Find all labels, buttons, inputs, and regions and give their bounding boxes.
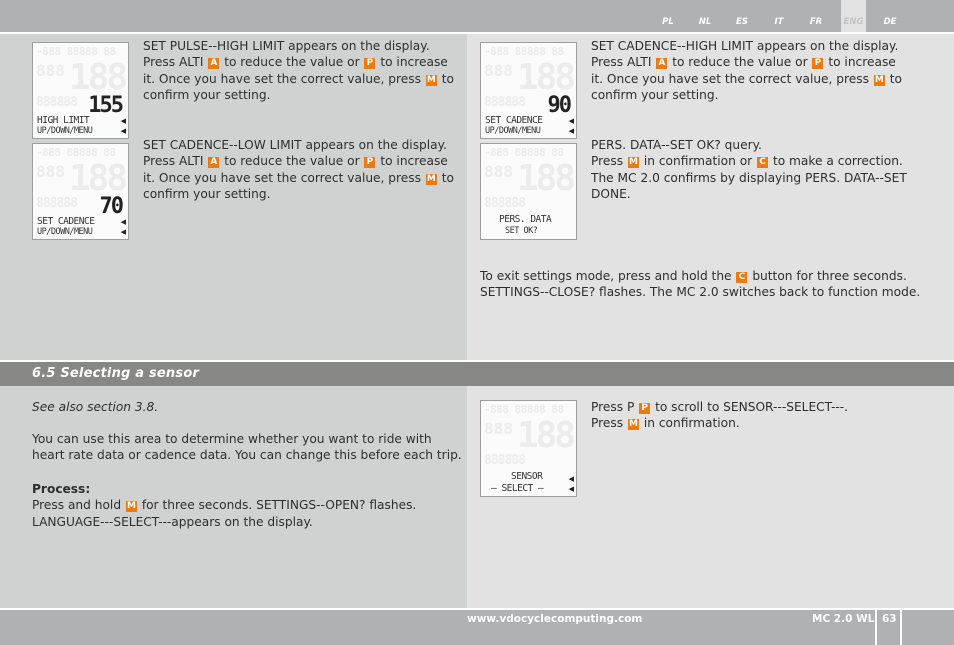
lcd-display-pulse-high: -888 88888 88 888 188 888888 155 HIGH LIMIT… xyxy=(32,42,129,139)
menu-key-icon: M xyxy=(627,157,639,169)
plus-key-icon: P xyxy=(639,403,651,414)
lcd-line1: PERS. DATA xyxy=(499,214,552,225)
menu-key-icon: M xyxy=(425,74,437,86)
sensor-instructions: Press P P to scroll to SENSOR---SELECT--… xyxy=(591,400,849,431)
menu-key-icon: M xyxy=(627,419,639,431)
lang-tab-de[interactable]: DE xyxy=(877,0,903,32)
lcd-line1: SET CADENCE xyxy=(485,115,543,126)
instruction-pers-data: PERS. DATA--SET OK? query. Press M in co… xyxy=(591,138,907,202)
arrow-icon: ◀ xyxy=(120,127,126,135)
arrow-icon: ◀ xyxy=(120,228,126,236)
lcd-value: 70 xyxy=(99,194,124,219)
lcd-line2: UP/DOWN/MENU xyxy=(485,126,541,136)
plus-key-icon: P xyxy=(812,58,824,70)
instruction-cadence-high: SET CADENCE--HIGH LIMIT appears on the d… xyxy=(591,39,902,103)
section-intro: You can use this area to determine wheth… xyxy=(32,432,462,463)
lcd-line1: SENSOR xyxy=(511,471,543,482)
menu-key-icon: M xyxy=(425,173,437,185)
lcd-display-cadence-high: -888 88888 88 888 188 888888 90 SET CADENCE… xyxy=(480,42,577,139)
lcd-line2: UP/DOWN/MENU xyxy=(37,227,93,237)
lang-tab-eng[interactable]: ENG xyxy=(841,0,866,32)
footer-model: MC 2.0 WL xyxy=(812,613,875,625)
lcd-value: 155 xyxy=(88,93,124,118)
see-also-note: See also section 3.8. xyxy=(32,400,159,414)
lcd-line2: — SELECT — xyxy=(491,483,544,494)
menu-key-icon: M xyxy=(873,74,885,86)
lcd-display-cadence-low: -888 88888 88 888 188 888888 70 SET CADENCE… xyxy=(32,143,129,240)
section-title: 6.5 Selecting a sensor xyxy=(32,366,200,381)
arrow-icon: ◀ xyxy=(568,117,574,125)
lang-tab-nl[interactable]: NL xyxy=(692,0,718,32)
page-number: 63 xyxy=(882,613,897,625)
plus-key-icon: P xyxy=(364,157,376,169)
menu-key-icon: M xyxy=(125,501,137,513)
alti-key-icon: A xyxy=(656,58,668,70)
lcd-display-sensor-select: -888 88888 88 888 188 888888 SENSOR — SELEC… xyxy=(480,400,577,497)
arrow-icon: ◀ xyxy=(120,117,126,125)
lcd-display-pers-data: -888 88888 88 888 188 888888 PERS. DATA SET… xyxy=(480,143,577,240)
lcd-line1: HIGH LIMIT xyxy=(37,115,90,126)
lcd-value: 90 xyxy=(547,93,572,118)
clear-key-icon: C xyxy=(736,272,748,283)
lcd-line1: SET CADENCE xyxy=(37,216,95,227)
lang-tab-es[interactable]: ES xyxy=(729,0,755,32)
arrow-icon: ◀ xyxy=(568,485,574,493)
clear-key-icon: C xyxy=(757,157,769,169)
process-label: Process: xyxy=(32,482,91,496)
exit-instructions: To exit settings mode, press and hold th… xyxy=(480,269,921,300)
footer-separator xyxy=(900,610,902,645)
arrow-icon: ◀ xyxy=(120,218,126,226)
instruction-pulse-high: SET PULSE--HIGH LIMIT appears on the dis… xyxy=(143,39,454,103)
lcd-line2: SET OK? xyxy=(505,226,538,236)
footer-url-link[interactable]: www.vdocyclecomputing.com xyxy=(467,613,642,625)
alti-key-icon: A xyxy=(208,157,220,169)
lang-tab-pl[interactable]: PL xyxy=(655,0,681,32)
arrow-icon: ◀ xyxy=(568,475,574,483)
plus-key-icon: P xyxy=(364,58,376,70)
arrow-icon: ◀ xyxy=(568,127,574,135)
lang-tab-it[interactable]: IT xyxy=(766,0,792,32)
process-instructions: Process: Press and hold M for three seco… xyxy=(32,482,417,529)
footer-separator xyxy=(875,610,877,645)
instruction-cadence-low: SET CADENCE--LOW LIMIT appears on the di… xyxy=(143,138,454,202)
lang-tab-fr[interactable]: FR xyxy=(803,0,829,32)
alti-key-icon: A xyxy=(208,58,220,70)
lcd-line2: UP/DOWN/MENU xyxy=(37,126,93,136)
